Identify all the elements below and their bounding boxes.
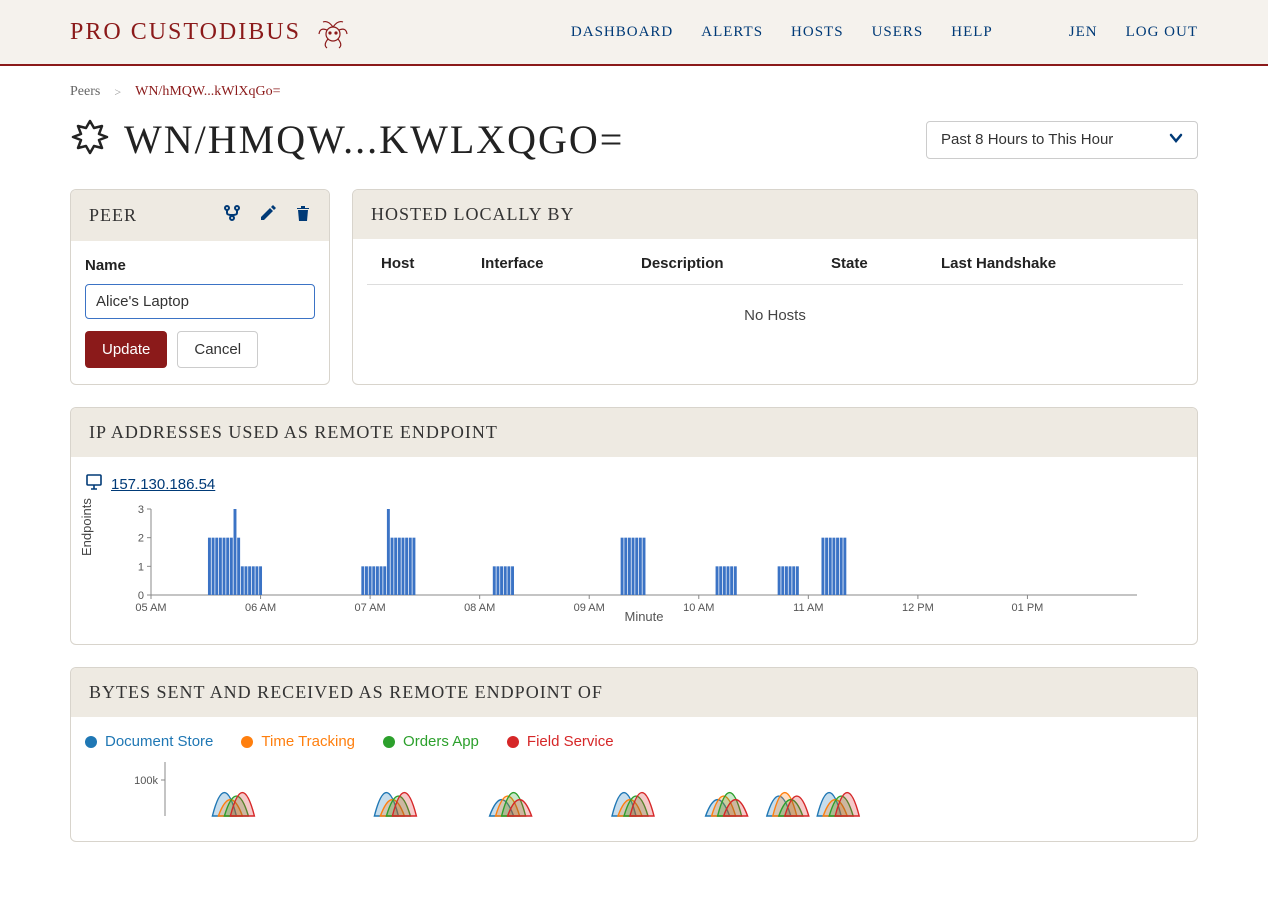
legend-dot-icon <box>507 736 519 748</box>
main-nav: DASHBOARD ALERTS HOSTS USERS HELP JEN LO… <box>571 24 1198 41</box>
nav-users[interactable]: USERS <box>872 24 924 41</box>
ip-link[interactable]: 157.130.186.54 <box>85 473 1183 495</box>
col-handshake: Last Handshake <box>941 255 1169 272</box>
svg-text:09 AM: 09 AM <box>574 602 605 614</box>
nav-logout[interactable]: LOG OUT <box>1126 24 1198 41</box>
legend-item[interactable]: Orders App <box>383 733 479 750</box>
host-icon <box>85 473 103 495</box>
svg-text:0: 0 <box>138 590 144 602</box>
page-title: WN/HMQW...KWLXQGO= <box>70 116 624 163</box>
legend-item[interactable]: Field Service <box>507 733 614 750</box>
cancel-button[interactable]: Cancel <box>177 331 258 368</box>
bytes-legend: Document Store Time Tracking Orders App Fie… <box>85 733 1183 750</box>
svg-text:06 AM: 06 AM <box>245 602 276 614</box>
legend-label: Time Tracking <box>261 733 355 750</box>
svg-text:100k: 100k <box>134 775 158 787</box>
col-host: Host <box>381 255 481 272</box>
brand[interactable]: PRO CUSTODIBUS <box>70 12 353 52</box>
ip-panel: IP ADDRESSES USED AS REMOTE ENDPOINT 157… <box>70 407 1198 645</box>
timerange-label: Past 8 Hours to This Hour <box>941 131 1113 148</box>
medusa-icon <box>313 12 353 52</box>
col-interface: Interface <box>481 255 641 272</box>
breadcrumb-sep: > <box>114 85 121 100</box>
ip-panel-title: IP ADDRESSES USED AS REMOTE ENDPOINT <box>89 422 498 443</box>
col-state: State <box>831 255 941 272</box>
peer-panel-title: PEER <box>89 205 137 226</box>
legend-dot-icon <box>241 736 253 748</box>
timerange-select[interactable]: Past 8 Hours to This Hour <box>926 121 1198 159</box>
legend-item[interactable]: Document Store <box>85 733 213 750</box>
breadcrumb-current: WN/hMQW...kWlXqGo= <box>135 84 280 100</box>
brand-text: PRO CUSTODIBUS <box>70 19 301 46</box>
svg-text:3: 3 <box>138 504 144 516</box>
legend-item[interactable]: Time Tracking <box>241 733 355 750</box>
bytes-panel-title: BYTES SENT AND RECEIVED AS REMOTE ENDPOI… <box>89 682 603 703</box>
ip-address: 157.130.186.54 <box>111 476 215 493</box>
svg-text:05 AM: 05 AM <box>135 602 166 614</box>
topbar: PRO CUSTODIBUS DASHBOARD ALERTS HOSTS US… <box>0 0 1268 66</box>
svg-text:10 AM: 10 AM <box>683 602 714 614</box>
svg-text:11 AM: 11 AM <box>793 602 823 614</box>
legend-label: Orders App <box>403 733 479 750</box>
nav-username[interactable]: JEN <box>1069 24 1098 41</box>
burst-icon <box>70 117 110 162</box>
endpoints-ylabel: Endpoints <box>79 498 94 556</box>
fork-icon[interactable] <box>223 204 241 227</box>
nav-hosts[interactable]: HOSTS <box>791 24 844 41</box>
legend-label: Field Service <box>527 733 614 750</box>
svg-text:12 PM: 12 PM <box>902 602 934 614</box>
svg-text:2: 2 <box>138 533 144 545</box>
legend-dot-icon <box>383 736 395 748</box>
chevron-down-icon <box>1169 131 1183 149</box>
nav-help[interactable]: HELP <box>951 24 993 41</box>
svg-text:Minute: Minute <box>624 609 663 623</box>
bytes-panel: BYTES SENT AND RECEIVED AS REMOTE ENDPOI… <box>70 667 1198 842</box>
nav-dashboard[interactable]: DASHBOARD <box>571 24 673 41</box>
svg-text:01 PM: 01 PM <box>1012 602 1044 614</box>
bytes-chart: 100k <box>85 760 1183 825</box>
trash-icon[interactable] <box>295 204 311 227</box>
name-input[interactable] <box>85 284 315 319</box>
svg-text:1: 1 <box>138 561 144 573</box>
svg-text:08 AM: 08 AM <box>464 602 495 614</box>
hosted-empty: No Hosts <box>367 285 1183 334</box>
hosted-panel: HOSTED LOCALLY BY Host Interface Descrip… <box>352 189 1198 385</box>
update-button[interactable]: Update <box>85 331 167 368</box>
hosted-table: Host Interface Description State Last Ha… <box>367 255 1183 334</box>
breadcrumb-root[interactable]: Peers <box>70 84 100 100</box>
breadcrumb: Peers > WN/hMQW...kWlXqGo= <box>70 84 1198 100</box>
svg-text:07 AM: 07 AM <box>355 602 386 614</box>
peer-panel: PEER <box>70 189 330 385</box>
page-title-text: WN/HMQW...KWLXQGO= <box>124 116 624 163</box>
col-description: Description <box>641 255 831 272</box>
legend-dot-icon <box>85 736 97 748</box>
nav-alerts[interactable]: ALERTS <box>701 24 763 41</box>
endpoints-chart: Endpoints 012305 AM06 AM07 AM08 AM09 AM1… <box>85 503 1183 628</box>
name-label: Name <box>85 257 315 274</box>
hosted-panel-title: HOSTED LOCALLY BY <box>371 204 575 225</box>
edit-icon[interactable] <box>259 204 277 227</box>
legend-label: Document Store <box>105 733 213 750</box>
